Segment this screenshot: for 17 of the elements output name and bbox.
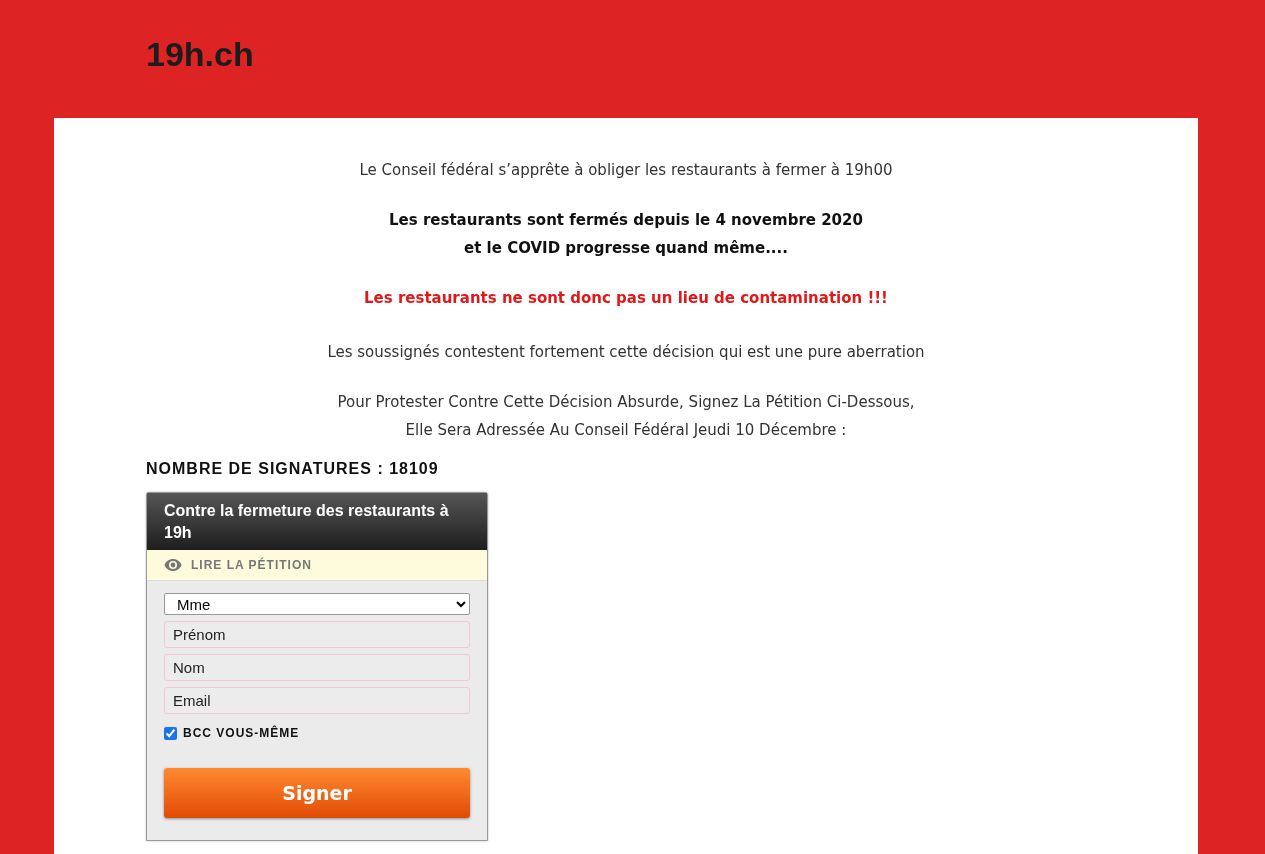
input-field[interactable]: Nom (164, 654, 470, 681)
signature-count: NOMBRE DE SIGNATURES : 18109 (146, 460, 440, 478)
bcc-checkbox[interactable] (164, 726, 177, 740)
petition-title: Contre la fermeture des restaurants à 19h (147, 493, 487, 550)
intro-paragraph: Les restaurants ne sont donc pas un lieu de contamination !!! (363, 288, 889, 309)
eye-icon (164, 559, 182, 571)
bcc-label: BCC VOUS-MÊME (183, 726, 300, 740)
intro-paragraph: Le Conseil fédéral s’apprête à obliger les restaurants à fermer à 19h00 (358, 160, 894, 181)
input-field[interactable]: Email (164, 687, 470, 714)
input-field[interactable]: Prénom (164, 621, 470, 648)
read-petition-link[interactable]: LIRE LA PÉTITION (147, 550, 487, 581)
sign-button[interactable]: Signer (164, 768, 470, 818)
site-logo[interactable]: 19h.ch (146, 34, 254, 74)
intro-paragraph: Les restaurants sont fermés depuis le 4 novembre 2020 et le COVID progresse quand même.... (388, 210, 864, 259)
intro-paragraph: Les soussignés contestent fortement cette décision qui est une pure aberration (326, 342, 926, 363)
intro-paragraph: Pour Protester Contre Cette Décision Absurde, Signez La Pétition Ci-Dessous, Elle Sera Adressée Au Conseil Fédéral Jeudi 10 Décembre : (336, 392, 916, 441)
salutation-select[interactable]: Mme (164, 593, 470, 615)
